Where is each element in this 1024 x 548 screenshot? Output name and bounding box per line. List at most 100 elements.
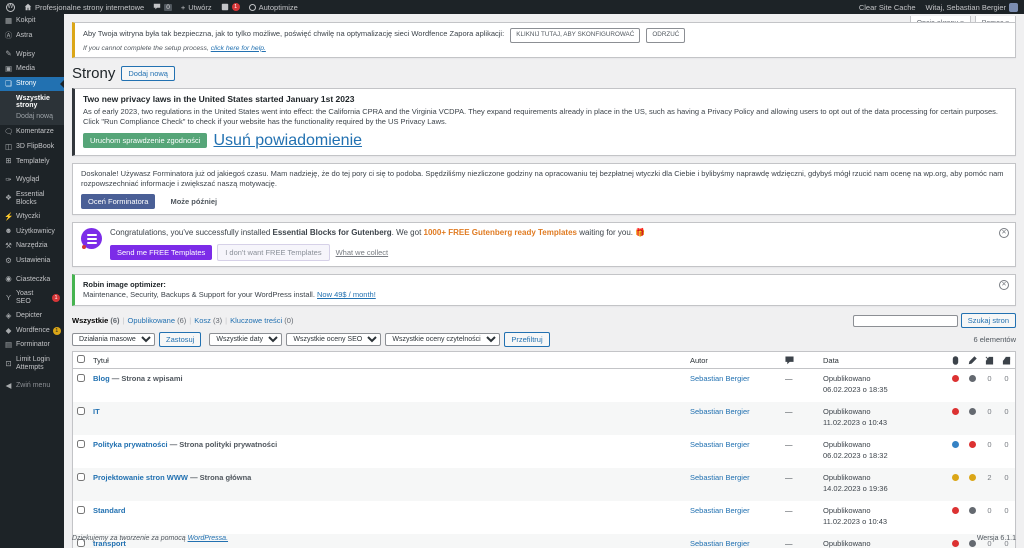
sidebar-item-media[interactable]: ▣ Media [0,62,64,77]
privacy-laws-notice: Two new privacy laws in the United State… [72,87,1016,156]
sidebar-item-limit-login-attempts[interactable]: ⊡ Limit Login Attempts [0,353,64,375]
submenu-item-wszystkie-strony[interactable]: Wszystkie strony [0,93,64,111]
site-name-menu[interactable]: Profesjonalne strony internetowe [24,3,144,12]
column-date[interactable]: Data [819,351,947,370]
sidebar-item-templately[interactable]: ⊞ Templately [0,154,64,169]
sidebar-item-label: Wygląd [16,176,40,184]
wordfence-configure-button[interactable]: KLIKNIJ TUTAJ, ABY SKONFIGUROWAĆ [510,28,641,43]
search-pages-input[interactable] [852,314,958,327]
forminator-icon: ▤ [4,340,13,350]
new-content-menu[interactable]: + Utwórz [181,3,212,12]
what-we-collect-link[interactable]: What we collect [336,248,389,257]
readability-score-dot-orange [969,474,976,482]
sidebar-item-uzytkownicy[interactable]: ☻ Użytkownicy [0,224,64,239]
plus-icon: + [180,2,186,12]
robin-offer-link[interactable]: Now 49$ / month! [317,290,376,299]
author-link[interactable]: Sebastian Bergier [690,374,750,383]
wordfence-help-text: If you cannot complete the setup process… [83,44,209,52]
sidebar-item-zwin-menu[interactable]: ◀ Zwiń menu [0,379,64,394]
row-checkbox[interactable] [77,374,85,383]
readability-filter-select[interactable]: Wszystkie oceny czytelności [385,333,501,347]
sidebar-item-komentarze[interactable]: 🗨 Komentarze [0,125,64,140]
select-all-checkbox[interactable] [77,355,85,364]
sidebar-item-essential-blocks[interactable]: ❖ Essential Blocks [0,188,64,210]
wordpress-link[interactable]: WordPressa. [188,535,228,542]
sidebar-item-ciasteczka[interactable]: ◉ Ciasteczka [0,272,64,287]
sidebar-item-label: Ciasteczka [16,275,51,283]
sidebar-item-astra[interactable]: Ⓐ Astra [0,29,64,44]
page-title-link[interactable]: Polityka prywatności [93,440,168,449]
wordfence-dismiss-button[interactable]: ODRZUĆ [646,28,686,43]
clear-site-cache-menu[interactable]: Clear Site Cache [859,3,916,12]
rate-forminator-button[interactable]: Oceń Forminatora [81,194,156,209]
notifications-menu[interactable]: 1 [221,3,240,11]
wordfence-notice-text: Aby Twoja witryna była tak bezpieczna, j… [83,29,505,38]
sidebar-item-wpisy[interactable]: ✎ Wpisy [0,47,64,62]
sidebar-item-depicter[interactable]: ◈ Depicter [0,309,64,324]
row-checkbox[interactable] [77,407,85,416]
privacy-dismiss-link[interactable]: Usuń powiadomienie [213,132,362,150]
decline-templates-button[interactable]: I don't want FREE Templates [217,243,330,261]
row-checkbox[interactable] [77,473,85,482]
page-title-link[interactable]: Blog [93,374,110,383]
dismiss-icon[interactable]: ✕ [999,228,1009,238]
row-checkbox[interactable] [77,506,85,515]
author-link[interactable]: Sebastian Bergier [690,473,750,482]
autoptimize-menu[interactable]: Autoptimize [248,3,298,12]
author-link[interactable]: Sebastian Bergier [690,407,750,416]
view-filter-wszystkie[interactable]: Wszystkie (6) [72,316,120,325]
page-title-link[interactable]: IT [93,407,100,416]
sidebar-item-wordfence[interactable]: ◆ Wordfence 1 [0,324,64,339]
collapse-arrow-icon: ◀ [5,380,12,390]
view-filter-kluczowe-tresci[interactable]: Kluczowe treści (0) [230,316,293,325]
seo-filter-select[interactable]: Wszystkie oceny SEO [286,333,382,347]
greeting-label: Witaj, Sebastian Bergier [925,2,1006,12]
filter-button[interactable]: Przefiltruj [504,332,550,348]
search-pages-button[interactable]: Szukaj stron [960,313,1016,329]
submenu-item-dodaj-nowa[interactable]: Dodaj nową [0,111,64,122]
my-account-menu[interactable]: Witaj, Sebastian Bergier [925,2,1018,12]
sidebar-item-strony[interactable]: ❏ Strony [0,76,64,92]
run-compliance-check-button[interactable]: Uruchom sprawdzenie zgodności [83,133,208,149]
view-filter-opublikowane[interactable]: Opublikowane (6) [127,316,186,325]
author-link[interactable]: Sebastian Bergier [690,440,750,449]
comments-menu[interactable]: 0 [153,3,172,11]
add-new-page-button[interactable]: Dodaj nową [121,65,175,81]
sidebar-item-narzedzia[interactable]: ⚒ Narzędzia [0,239,64,254]
page-title: Strony [72,64,116,82]
sidebar-item-kokpit[interactable]: ▦ Kokpit [0,14,64,29]
yoast-seo-icon: Y [5,292,11,302]
page-title-link[interactable]: Standard [93,506,126,515]
sidebar-item-label: Yoast SEO [16,289,34,305]
wordpress-menu[interactable]: W [6,2,15,12]
autoptimize-icon [248,3,256,11]
eb-text-bold: Essential Blocks for Gutenberg [272,228,392,237]
send-free-templates-button[interactable]: Send me FREE Templates [110,244,213,260]
forminator-notice-body: Doskonale! Używasz Forminatora już od ja… [81,168,1004,188]
row-checkbox[interactable] [77,440,85,449]
sidebar-item-3d-flipbook[interactable]: ◫ 3D FlipBook [0,140,64,155]
view-filter-kosz[interactable]: Kosz (3) [194,316,222,325]
internal-links-column-icon [985,356,994,365]
maybe-later-button[interactable]: Może później [165,194,222,209]
sidebar-item-label: Essential Blocks [16,190,45,206]
date-cell: Opublikowano 14.02.2023 o 19:36 [823,473,888,493]
date-filter-select[interactable]: Wszystkie daty [209,333,283,347]
bulk-actions-select[interactable]: Działania masowe [72,333,155,347]
sidebar-item-forminator[interactable]: ▤ Forminator [0,338,64,353]
author-link[interactable]: Sebastian Bergier [690,506,750,515]
dismiss-icon[interactable]: ✕ [999,279,1009,290]
robin-notice-body: Maintenance, Security, Backups & Support… [83,289,317,299]
wordfence-help-link[interactable]: click here for help. [211,45,266,52]
internal-links-count: 0 [987,374,992,384]
sidebar-item-wyglad[interactable]: ✑ Wygląd [0,173,64,188]
page-title-link[interactable]: Projektowanie stron WWW [93,473,188,482]
sidebar-item-ustawienia[interactable]: ⚙ Ustawienia [0,254,64,269]
sidebar-item-label: Templately [16,157,50,165]
sidebar-item-wtyczki[interactable]: ⚡ Wtyczki [0,210,64,225]
readability-score-dot-red [969,441,976,449]
sidebar-item-label: Zwiń menu [16,382,51,390]
column-title[interactable]: Tytuł [89,351,686,370]
sidebar-item-yoast-seo[interactable]: Y Yoast SEO 1 [0,287,64,309]
apply-button[interactable]: Zastosuj [159,332,202,348]
